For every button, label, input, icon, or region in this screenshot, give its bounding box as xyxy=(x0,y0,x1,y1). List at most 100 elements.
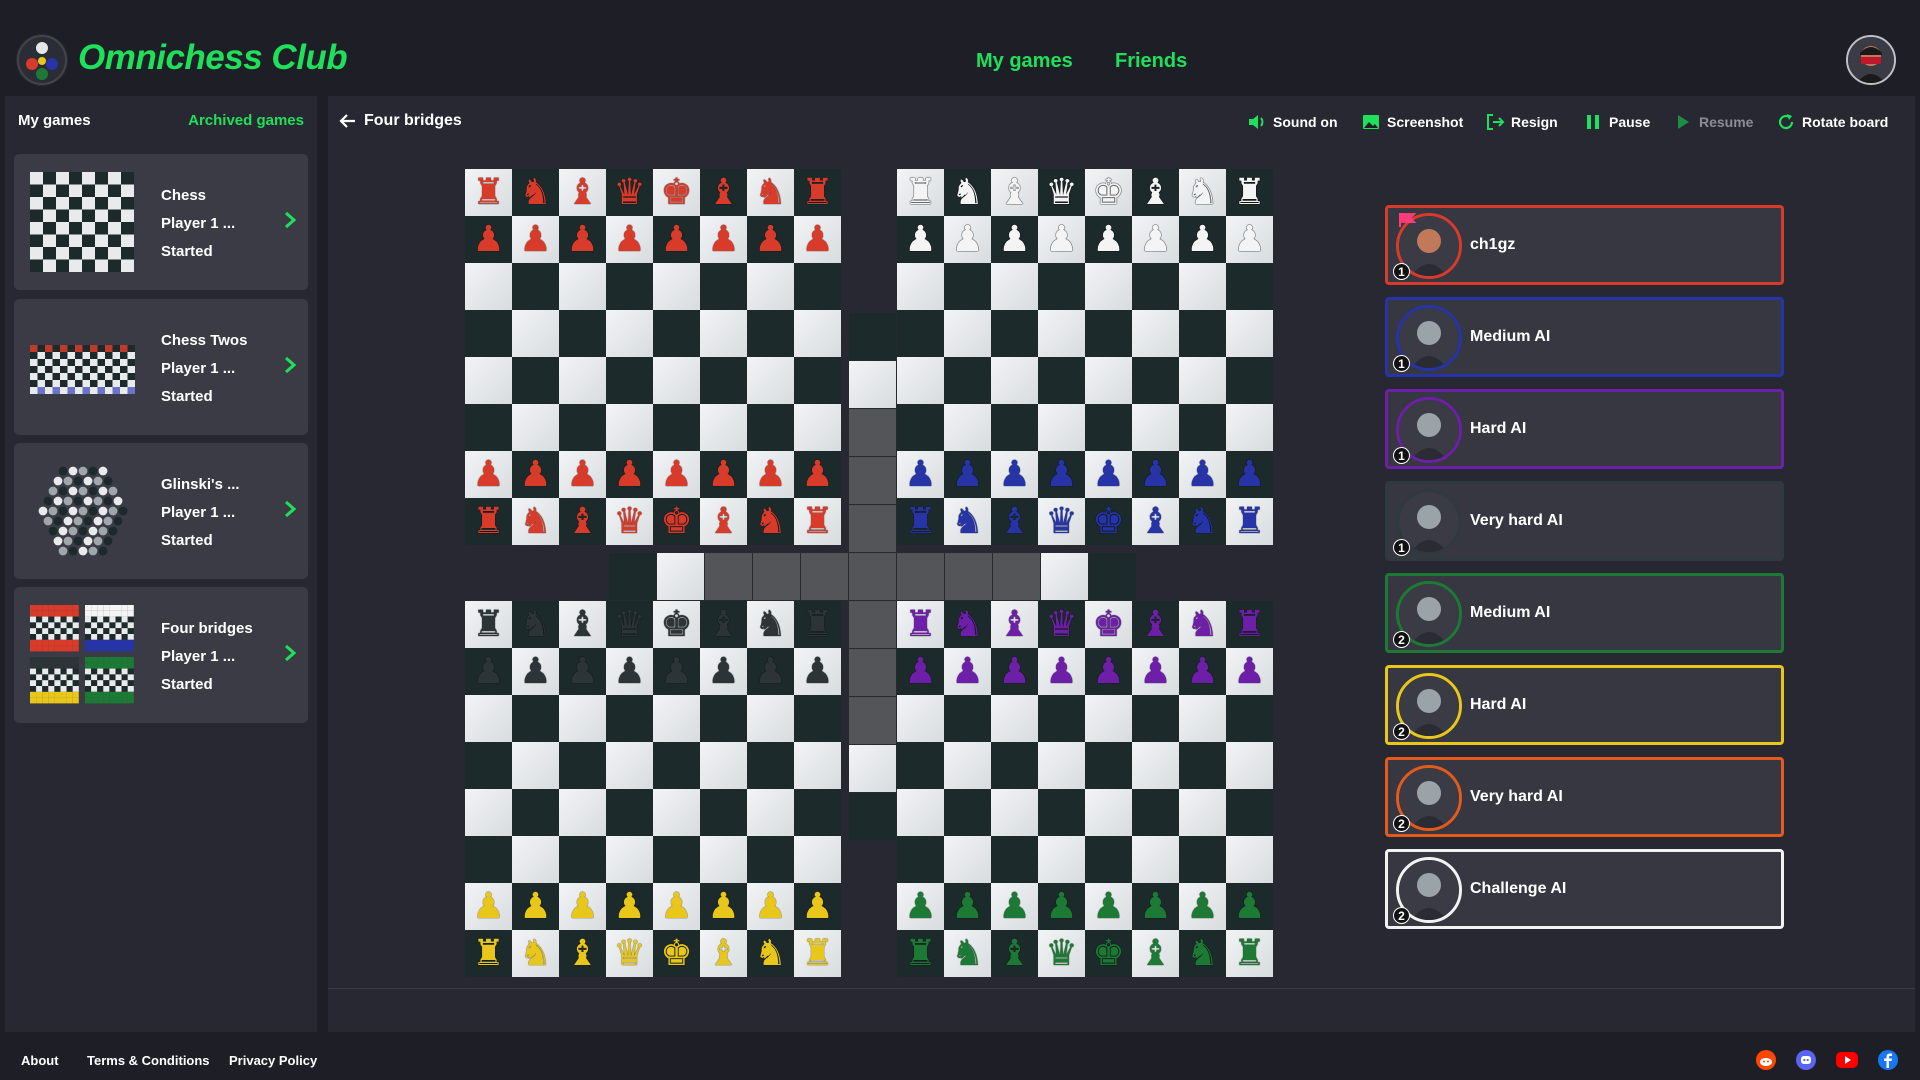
bridge-square[interactable] xyxy=(801,553,848,600)
green-bishop[interactable]: ♝ xyxy=(1132,930,1179,977)
board-square[interactable] xyxy=(1041,553,1088,600)
board-square[interactable] xyxy=(794,310,841,357)
red-queen[interactable]: ♛ xyxy=(606,498,653,545)
board-square[interactable] xyxy=(1085,695,1132,742)
board-square[interactable] xyxy=(1038,404,1085,451)
yellow-pawn[interactable]: ♟ xyxy=(747,883,794,930)
board-square[interactable] xyxy=(700,310,747,357)
board-square[interactable] xyxy=(794,836,841,883)
player-card[interactable]: Very hard AI 2 xyxy=(1385,757,1784,837)
board-square[interactable] xyxy=(1038,357,1085,404)
yellow-pawn[interactable]: ♟ xyxy=(559,883,606,930)
green-rook[interactable]: ♜ xyxy=(1226,930,1273,977)
footer-link-terms[interactable]: Terms & Conditions xyxy=(87,1053,210,1068)
red-pawn[interactable]: ♟ xyxy=(700,451,747,498)
board-square[interactable] xyxy=(700,695,747,742)
board-square[interactable] xyxy=(653,263,700,310)
green-pawn[interactable]: ♟ xyxy=(1179,883,1226,930)
board-square[interactable] xyxy=(1179,742,1226,789)
white-pawn[interactable]: ♟ xyxy=(991,216,1038,263)
board-square[interactable] xyxy=(1179,310,1226,357)
board-square[interactable] xyxy=(1038,263,1085,310)
purple-pawn[interactable]: ♟ xyxy=(897,648,944,695)
board-square[interactable] xyxy=(944,263,991,310)
green-knight[interactable]: ♞ xyxy=(1179,930,1226,977)
white-pawn[interactable]: ♟ xyxy=(897,216,944,263)
red-pawn[interactable]: ♟ xyxy=(747,216,794,263)
board-square[interactable] xyxy=(559,789,606,836)
black-pawn[interactable]: ♟ xyxy=(700,648,747,695)
yellow-king[interactable]: ♚ xyxy=(653,930,700,977)
board-square[interactable] xyxy=(897,357,944,404)
board-square[interactable] xyxy=(1132,263,1179,310)
green-queen[interactable]: ♛ xyxy=(1038,930,1085,977)
white-knight[interactable]: ♞ xyxy=(944,169,991,216)
board-square[interactable] xyxy=(897,404,944,451)
board-square[interactable] xyxy=(849,793,896,840)
board-square[interactable] xyxy=(512,836,559,883)
purple-pawn[interactable]: ♟ xyxy=(1226,648,1273,695)
purple-bishop[interactable]: ♝ xyxy=(991,601,1038,648)
nav-my-games[interactable]: My games xyxy=(976,50,1073,73)
board-square[interactable] xyxy=(653,742,700,789)
board-square[interactable] xyxy=(465,695,512,742)
player-card[interactable]: Very hard AI 1 xyxy=(1385,481,1784,561)
blue-knight[interactable]: ♞ xyxy=(944,498,991,545)
board-square[interactable] xyxy=(747,836,794,883)
board-square[interactable] xyxy=(657,553,704,600)
white-knight[interactable]: ♞ xyxy=(1179,169,1226,216)
board-square[interactable] xyxy=(1085,836,1132,883)
board-square[interactable] xyxy=(991,836,1038,883)
board-square[interactable] xyxy=(1226,310,1273,357)
black-pawn[interactable]: ♟ xyxy=(559,648,606,695)
board-square[interactable] xyxy=(1179,695,1226,742)
yellow-pawn[interactable]: ♟ xyxy=(700,883,747,930)
blue-king[interactable]: ♚ xyxy=(1085,498,1132,545)
green-pawn[interactable]: ♟ xyxy=(1132,883,1179,930)
purple-pawn[interactable]: ♟ xyxy=(991,648,1038,695)
board-square[interactable] xyxy=(944,357,991,404)
board-square[interactable] xyxy=(1089,553,1136,600)
board-square[interactable] xyxy=(559,836,606,883)
red-bishop[interactable]: ♝ xyxy=(700,169,747,216)
board-square[interactable] xyxy=(465,789,512,836)
player-card[interactable]: Medium AI 1 xyxy=(1385,297,1784,377)
board-square[interactable] xyxy=(1038,742,1085,789)
board-square[interactable] xyxy=(1226,742,1273,789)
black-pawn[interactable]: ♟ xyxy=(653,648,700,695)
board-square[interactable] xyxy=(465,742,512,789)
facebook-icon[interactable] xyxy=(1878,1050,1898,1070)
bridge-square[interactable] xyxy=(897,553,944,600)
board-square[interactable] xyxy=(991,263,1038,310)
game-card-four-bridges[interactable]: Four bridges Player 1 ... Started xyxy=(14,587,308,723)
green-king[interactable]: ♚ xyxy=(1085,930,1132,977)
bridge-square[interactable] xyxy=(849,553,896,600)
green-pawn[interactable]: ♟ xyxy=(1226,883,1273,930)
yellow-pawn[interactable]: ♟ xyxy=(465,883,512,930)
board-square[interactable] xyxy=(1085,742,1132,789)
board-square[interactable] xyxy=(944,742,991,789)
footer-link-privacy[interactable]: Privacy Policy xyxy=(229,1053,317,1068)
purple-pawn[interactable]: ♟ xyxy=(1038,648,1085,695)
discord-icon[interactable] xyxy=(1796,1050,1816,1070)
red-pawn[interactable]: ♟ xyxy=(700,216,747,263)
red-pawn[interactable]: ♟ xyxy=(559,216,606,263)
blue-pawn[interactable]: ♟ xyxy=(944,451,991,498)
board-square[interactable] xyxy=(897,742,944,789)
board-square[interactable] xyxy=(747,404,794,451)
board-square[interactable] xyxy=(794,357,841,404)
board-square[interactable] xyxy=(465,404,512,451)
green-pawn[interactable]: ♟ xyxy=(1038,883,1085,930)
board-square[interactable] xyxy=(991,695,1038,742)
board-square[interactable] xyxy=(606,836,653,883)
board-square[interactable] xyxy=(1085,263,1132,310)
nav-friends[interactable]: Friends xyxy=(1115,50,1187,73)
red-rook[interactable]: ♜ xyxy=(794,498,841,545)
board-square[interactable] xyxy=(1132,310,1179,357)
game-card-glinski[interactable]: Glinski's ... Player 1 ... Started xyxy=(14,443,308,579)
board-square[interactable] xyxy=(944,404,991,451)
yellow-rook[interactable]: ♜ xyxy=(794,930,841,977)
yellow-bishop[interactable]: ♝ xyxy=(559,930,606,977)
board-square[interactable] xyxy=(606,263,653,310)
board-square[interactable] xyxy=(991,789,1038,836)
